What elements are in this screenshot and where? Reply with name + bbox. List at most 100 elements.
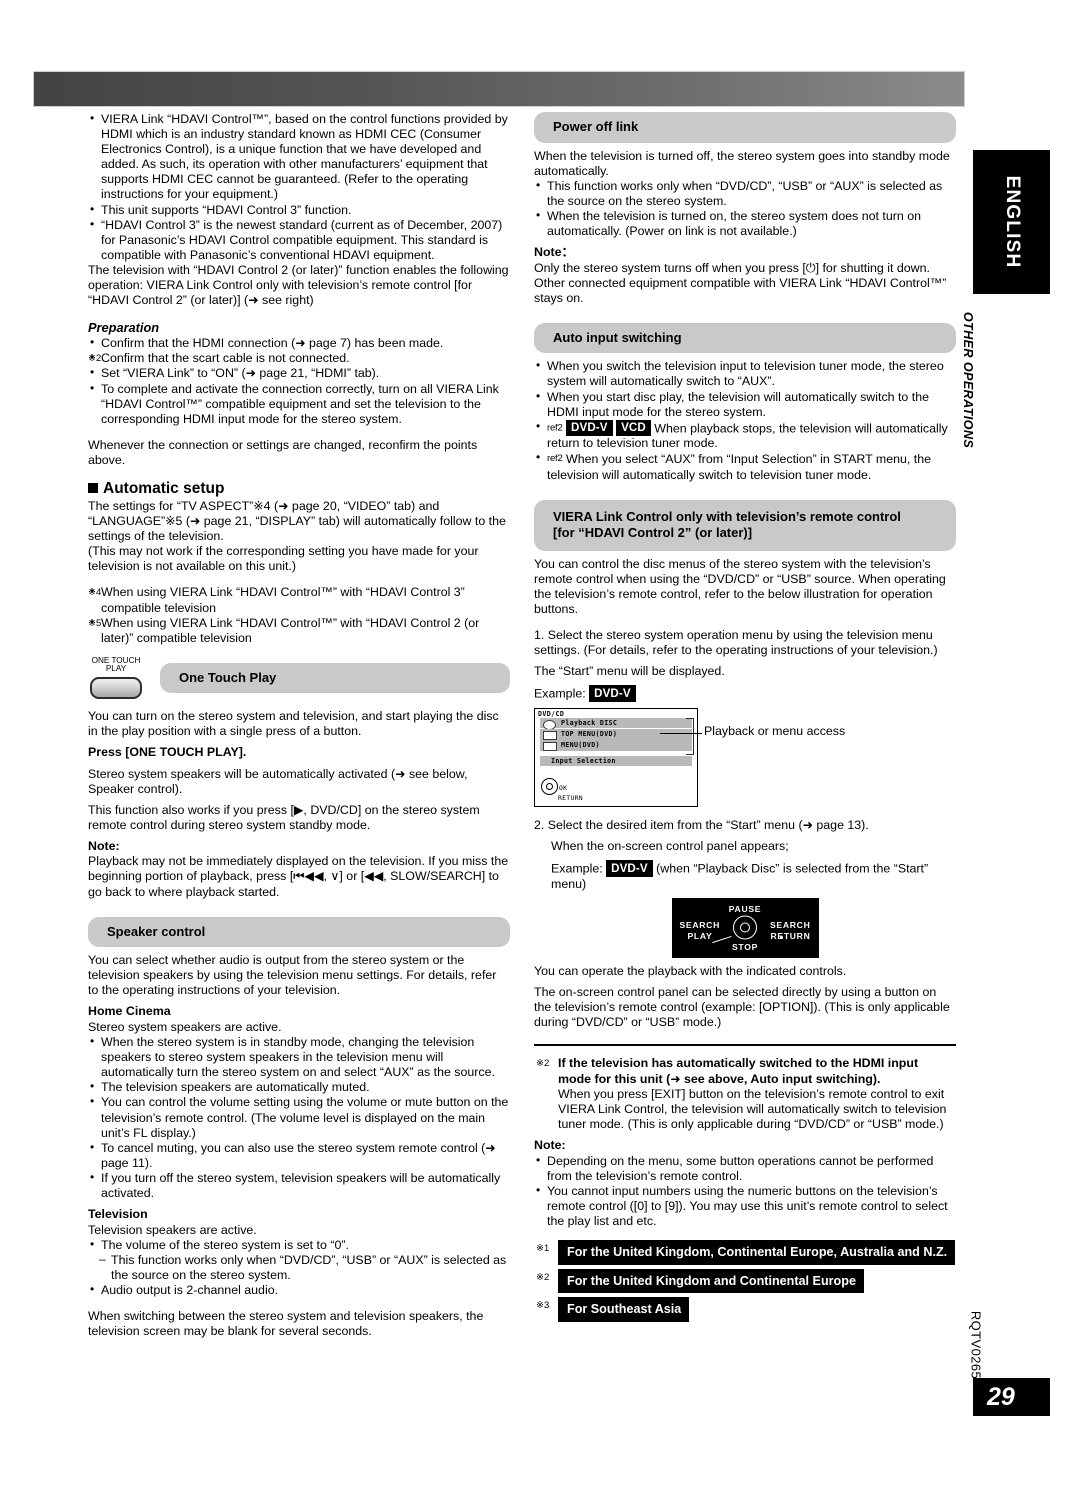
media-badge-dvdv: DVD-V [566, 419, 613, 437]
auto-input-switching-section-heading: Auto input switching [534, 322, 956, 354]
one-touch-play-note-text: Playback may not be immediately displaye… [88, 854, 509, 899]
footnote-mark: ref2 [547, 422, 563, 434]
reconfirm-paragraph: Whenever the connection or settings are … [88, 437, 478, 467]
list-item: To complete and activate the connection … [88, 380, 510, 427]
list-item: To cancel muting, you can also use the s… [88, 1140, 510, 1171]
power-off-link-section-heading: Power off link [534, 112, 956, 143]
viera-link-control-section-heading: VIERA Link Control only with television’… [534, 499, 956, 551]
list-item: Set “VIERA Link” to “ON” (➜ page 21, “HD… [88, 365, 510, 381]
list-item: ※2 Confirm that the scart cable is not c… [88, 350, 510, 366]
speaker-control-section-heading: Speaker control [88, 916, 510, 948]
footnote-mark: ※3 [536, 1300, 550, 1312]
tv-menu-item-playback-disc[interactable]: Playback DISC [540, 717, 692, 730]
list-item: This unit supports “HDAVI Control 3” fun… [88, 202, 510, 218]
on-screen-control-panel: PAUSE SEARCH SEARCH PLAY RETURN STOP [671, 897, 819, 958]
automatic-setup-heading: Automatic setup [88, 479, 510, 498]
dpad-icon [733, 915, 757, 940]
home-cinema-heading: Home Cinema [88, 1004, 171, 1019]
speaker-control-intro: You can select whether audio is output f… [88, 953, 497, 998]
square-bullet-icon [88, 482, 98, 493]
footnote-mark: ※1 [536, 1243, 550, 1255]
list-item: If you turn off the stereo system, telev… [88, 1170, 510, 1201]
section-label-vertical: OTHER OPERATIONS [961, 311, 975, 449]
preparation-list: Confirm that the HDMI connection (➜ page… [88, 335, 510, 427]
list-item: The television speakers are automaticall… [88, 1079, 510, 1095]
tv-menu-footer-hints: OK RETURN [541, 777, 583, 802]
return-dot-icon [779, 935, 783, 939]
viera-example-line: Example: DVD-V [534, 685, 956, 702]
tv-function-paragraph: The television with “HDAVI Control 2 (or… [88, 262, 509, 308]
viera-step-2-example: Example: DVD-V (when “Playback Disc” is … [551, 860, 929, 891]
osd-search-right-label: SEARCH [770, 919, 811, 930]
list-item: This function works only when “DVD/CD”, … [534, 178, 956, 209]
one-touch-play-section-heading: One Touch Play [160, 662, 510, 694]
footnote-mark: ※2 [536, 1058, 550, 1070]
power-off-link-intro: When the television is turned off, the s… [534, 148, 950, 178]
region-badge: For Southeast Asia [558, 1297, 690, 1322]
preparation-heading: Preparation [88, 320, 160, 336]
osd-play-label: PLAY [687, 930, 713, 941]
television-heading: Television [88, 1207, 148, 1222]
one-touch-play-button-icon[interactable] [90, 676, 142, 699]
auto-input-switching-bullets: When you switch the television input to … [534, 358, 956, 482]
list-item: The volume of the stereo system is set t… [88, 1237, 510, 1253]
home-cinema-lead: Stereo system speakers are active. [88, 1019, 282, 1034]
automatic-setup-para-1: The settings for “TV ASPECT”※4 (➜ page 2… [88, 498, 506, 544]
one-touch-play-para-3: This function also works if you press [▶… [88, 802, 480, 832]
tv-menu-title: DVD/CD [538, 709, 565, 718]
dpad-icon [541, 777, 558, 795]
osd-search-left-label: SEARCH [679, 919, 720, 930]
one-touch-play-header-row: ONE TOUCH PLAY One Touch Play [88, 656, 510, 703]
viera-link-control-intro: You can control the disc menus of the st… [534, 556, 946, 616]
osd-after-para-2: The on-screen control panel can be selec… [534, 984, 950, 1029]
footnote-2-bold-line-1: If the television has automatically swit… [558, 1056, 919, 1071]
page-header-banner [33, 71, 965, 107]
left-column: VIERA Link “HDAVI Control™”, based on th… [88, 111, 510, 1339]
one-touch-play-note-label: Note: [88, 838, 120, 853]
list-item-continuation: “HDAVI Control 3” is the newest standard… [88, 217, 510, 263]
list-item: When you switch the television input to … [534, 358, 956, 389]
power-off-link-note-text: Only the stereo system turns off when yo… [534, 260, 947, 305]
language-tab: ENGLISH [973, 150, 1050, 294]
speaker-control-closing: When switching between the stereo system… [88, 1309, 484, 1339]
region-badge: For the United Kingdom and Continental E… [558, 1268, 864, 1294]
list-item: When the television is turned on, the st… [534, 208, 956, 239]
tv-menu-item-input-selection[interactable]: Input Selection [540, 755, 692, 767]
page-number-badge: 29 [973, 1378, 1050, 1416]
one-touch-play-para-1: You can turn on the stereo system and te… [88, 708, 499, 738]
power-off-link-note-label: Note： [534, 245, 574, 260]
list-item: When you start disc play, the television… [534, 389, 956, 420]
footnote-2-note-label: Note: [534, 1138, 566, 1153]
list-item: Depending on the menu, some button opera… [534, 1153, 956, 1184]
right-column: Power off link When the television is tu… [534, 112, 956, 1322]
list-item: ※4 When using VIERA Link “HDAVI Control™… [88, 584, 510, 615]
power-off-link-bullets: This function works only when “DVD/CD”, … [534, 178, 956, 239]
media-badge-vcd: VCD [616, 419, 651, 437]
tv-start-menu-illustration: DVD/CD Playback DISC TOP MENU(DVD) MENU(… [534, 707, 698, 807]
one-touch-play-button-caption: ONE TOUCH PLAY [91, 655, 141, 674]
region-legend-item-2: ※2 For the United Kingdom and Continenta… [534, 1268, 956, 1294]
start-menu-illustration-wrapper: DVD/CD Playback DISC TOP MENU(DVD) MENU(… [534, 707, 956, 812]
footnote-mark: ref2 [547, 453, 563, 465]
television-lead: Television speakers are active. [88, 1222, 257, 1237]
home-cinema-bullets: When the stereo system is in standby mod… [88, 1034, 510, 1201]
list-item: ref2 When you select “AUX” from “Input S… [534, 450, 956, 482]
menu-icon [543, 731, 557, 741]
automatic-setup-para-2: (This may not work if the corresponding … [88, 544, 479, 574]
list-item: You can control the volume setting using… [88, 1094, 510, 1140]
viera-step-2-sub: When the on-screen control panel appears… [551, 838, 789, 853]
one-touch-play-para-2: Stereo system speakers will be automatic… [88, 766, 468, 796]
press-one-touch-play-label: Press [ONE TOUCH PLAY]. [88, 745, 247, 759]
region-legend-item-3: ※3 For Southeast Asia [534, 1297, 956, 1322]
media-badge-dvdv: DVD-V [589, 685, 636, 702]
list-item: ※5 When using VIERA Link “HDAVI Control™… [88, 615, 510, 646]
footnote-mark: ※4 [88, 587, 102, 599]
callout-leader-line [660, 732, 702, 735]
tv-menu-item-menu[interactable]: MENU(DVD) [540, 740, 692, 752]
viera-step-1: 1. Select the stereo system operation me… [534, 627, 938, 658]
list-item-sub: This function works only when “DVD/CD”, … [88, 1252, 510, 1283]
media-badge-dvdv: DVD-V [606, 860, 653, 877]
footnote-2-note-bullets: Depending on the menu, some button opera… [534, 1153, 956, 1229]
menu-group-bracket [686, 717, 694, 755]
list-item: ref2 DVD-V VCD When playback stops, the … [534, 419, 956, 452]
